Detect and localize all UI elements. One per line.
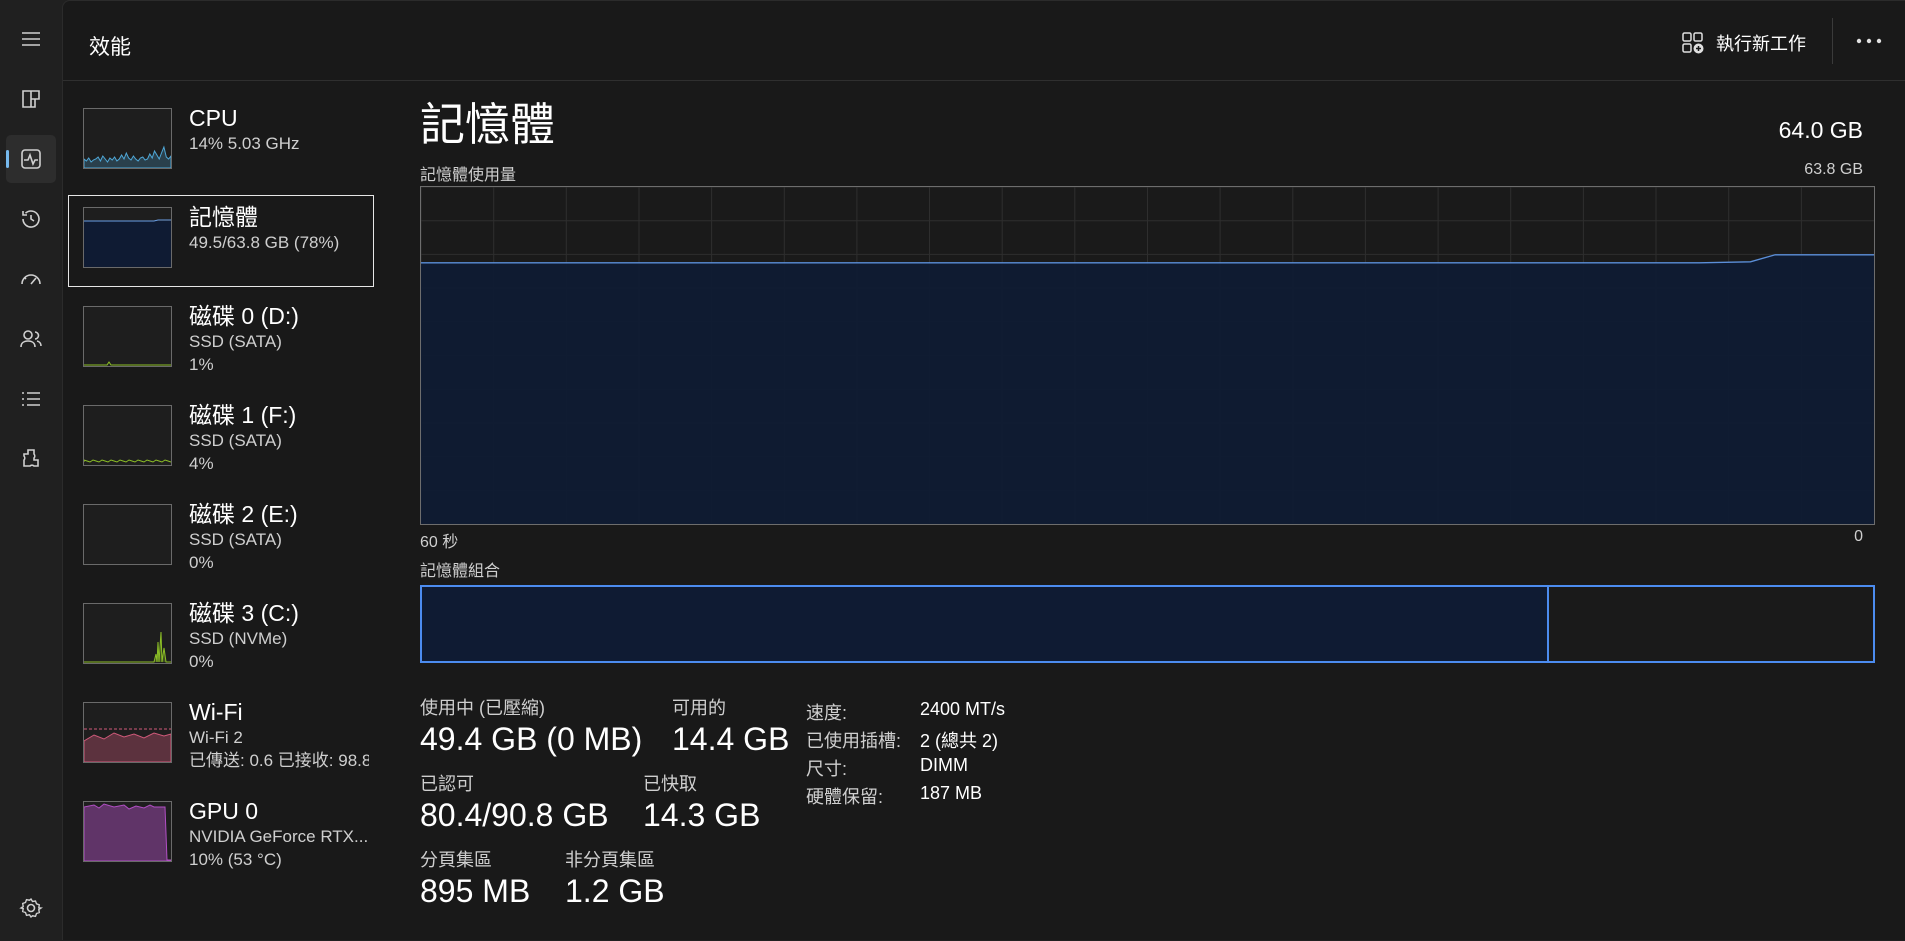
paged-pool-value: 895 MB xyxy=(420,873,531,909)
device-text: 磁碟 1 (F:) SSD (SATA) 4% xyxy=(189,401,369,475)
cached-label: 已快取 xyxy=(643,774,697,794)
active-indicator xyxy=(6,150,9,168)
in-use-label: 使用中 (已壓縮) xyxy=(420,698,545,718)
device-line1: SSD (SATA) xyxy=(189,332,282,351)
device-item-7[interactable]: GPU 0 NVIDIA GeForce RTX... 10% (53 °C) xyxy=(63,789,383,888)
device-line1: NVIDIA GeForce RTX... xyxy=(189,827,369,846)
device-thumbnail-graph xyxy=(83,801,172,862)
device-item-3[interactable]: 磁碟 1 (F:) SSD (SATA) 4% xyxy=(63,393,383,492)
main-panel: 效能 執行新工作 CPU 14% 5.03 GHz 記憶體 49.5/63.8 GB … xyxy=(62,0,1905,940)
device-thumbnail-graph xyxy=(83,207,172,268)
usage-label: 記憶體使用量 xyxy=(420,167,517,184)
memory-composition-bar xyxy=(420,585,1875,663)
device-line1: SSD (SATA) xyxy=(189,431,282,450)
processes-icon[interactable] xyxy=(6,75,56,123)
form-factor-value: DIMM xyxy=(920,755,968,775)
device-line2: 4% xyxy=(189,454,214,473)
speed-value: 2400 MT/s xyxy=(920,699,1006,719)
device-thumbnail-graph xyxy=(83,504,172,565)
device-line2: 0% xyxy=(189,652,214,671)
app-history-icon[interactable] xyxy=(6,195,56,243)
device-thumbnail-graph xyxy=(83,306,172,367)
device-text: 磁碟 3 (C:) SSD (NVMe) 0% xyxy=(189,599,369,673)
device-line1: Wi-Fi 2 xyxy=(189,728,243,747)
device-line2: 0% xyxy=(189,553,214,572)
device-text: 磁碟 2 (E:) SSD (SATA) 0% xyxy=(189,500,369,574)
stat-in-use: 使用中 (已壓縮) 49.4 GB (0 MB) xyxy=(420,697,642,759)
slots-label: 已使用插槽: xyxy=(806,731,902,751)
nonpaged-pool-label: 非分頁集區 xyxy=(565,850,655,870)
device-line1: SSD (SATA) xyxy=(189,530,282,549)
x-axis-left-label: 60 秒 xyxy=(420,534,459,551)
device-thumbnail-graph xyxy=(83,405,172,466)
memory-detail: 記憶體 64.0 GB 記憶體使用量 63.8 GB 60 秒 0 記憶體組合 … xyxy=(420,1,1875,941)
stat-paged-pool: 分頁集區 895 MB xyxy=(420,849,530,911)
device-item-6[interactable]: Wi-Fi Wi-Fi 2 已傳送: 0.6 已接收: 98.8 xyxy=(63,690,383,789)
in-use-value: 49.4 GB (0 MB) xyxy=(420,721,643,757)
hardware-reserved-label: 硬體保留: xyxy=(806,787,884,807)
form-factor-label: 尺寸: xyxy=(806,759,848,779)
hardware-reserved-value: 187 MB xyxy=(920,783,983,803)
available-value: 14.4 GB xyxy=(672,721,790,757)
device-text: 磁碟 0 (D:) SSD (SATA) 1% xyxy=(189,302,369,376)
services-icon[interactable] xyxy=(6,435,56,483)
composition-in-use xyxy=(422,587,1550,661)
device-item-0[interactable]: CPU 14% 5.03 GHz xyxy=(63,96,383,195)
device-text: Wi-Fi Wi-Fi 2 已傳送: 0.6 已接收: 98.8 xyxy=(189,698,369,772)
settings-icon[interactable] xyxy=(6,884,56,932)
startup-apps-icon[interactable] xyxy=(6,255,56,303)
device-text: GPU 0 NVIDIA GeForce RTX... 10% (53 °C) xyxy=(189,797,369,871)
slots-value: 2 (總共 2) xyxy=(920,731,999,751)
nav-rail xyxy=(0,0,62,940)
device-item-4[interactable]: 磁碟 2 (E:) SSD (SATA) 0% xyxy=(63,492,383,591)
nonpaged-pool-value: 1.2 GB xyxy=(565,873,665,909)
usage-max-label: 63.8 GB xyxy=(1804,161,1863,178)
device-item-5[interactable]: 磁碟 3 (C:) SSD (NVMe) 0% xyxy=(63,591,383,690)
paged-pool-label: 分頁集區 xyxy=(420,850,492,870)
memory-usage-area xyxy=(421,254,1874,524)
device-list: CPU 14% 5.03 GHz 記憶體 49.5/63.8 GB (78%) 磁碟 0… xyxy=(63,96,383,888)
hamburger-menu-icon[interactable] xyxy=(6,15,56,63)
committed-value: 80.4/90.8 GB xyxy=(420,797,609,833)
device-line2: 10% (53 °C) xyxy=(189,850,282,869)
cached-value: 14.3 GB xyxy=(643,797,761,833)
device-line2: 已傳送: 0.6 已接收: 98.8 xyxy=(189,751,369,770)
device-name: 磁碟 1 (F:) xyxy=(189,402,297,428)
device-name: 磁碟 0 (D:) xyxy=(189,303,299,329)
stat-cached: 已快取 14.3 GB xyxy=(643,773,760,835)
device-thumbnail-graph xyxy=(83,603,172,664)
device-line2: 1% xyxy=(189,355,214,374)
device-item-1[interactable]: 記憶體 49.5/63.8 GB (78%) xyxy=(63,195,383,294)
device-thumbnail-graph xyxy=(83,108,172,169)
speed-label: 速度: xyxy=(806,703,848,723)
available-label: 可用的 xyxy=(672,698,726,718)
device-line1: 14% 5.03 GHz xyxy=(189,134,300,153)
composition-available xyxy=(1549,587,1873,661)
performance-icon[interactable] xyxy=(6,135,56,183)
composition-label: 記憶體組合 xyxy=(420,563,501,580)
device-text: 記憶體 49.5/63.8 GB (78%) xyxy=(189,203,369,254)
device-name: GPU 0 xyxy=(189,798,259,824)
memory-total: 64.0 GB xyxy=(1778,117,1863,143)
memory-usage-chart xyxy=(420,186,1875,525)
device-name: 磁碟 3 (C:) xyxy=(189,600,299,626)
device-name: CPU xyxy=(189,105,238,131)
device-name: 磁碟 2 (E:) xyxy=(189,501,298,527)
device-text: CPU 14% 5.03 GHz xyxy=(189,104,369,155)
device-name: Wi-Fi xyxy=(189,699,243,725)
device-thumbnail-graph xyxy=(83,702,172,763)
stat-nonpaged-pool: 非分頁集區 1.2 GB xyxy=(565,849,665,911)
device-item-2[interactable]: 磁碟 0 (D:) SSD (SATA) 1% xyxy=(63,294,383,393)
x-axis-right-label: 0 xyxy=(1854,528,1863,545)
users-icon[interactable] xyxy=(6,315,56,363)
details-icon[interactable] xyxy=(6,375,56,423)
device-name: 記憶體 xyxy=(189,204,258,230)
device-line1: 49.5/63.8 GB (78%) xyxy=(189,233,340,252)
committed-label: 已認可 xyxy=(420,774,474,794)
page-title: 效能 xyxy=(89,36,131,59)
memory-title: 記憶體 xyxy=(420,99,556,150)
device-line1: SSD (NVMe) xyxy=(189,629,288,648)
stat-available: 可用的 14.4 GB xyxy=(672,697,789,759)
stat-committed: 已認可 80.4/90.8 GB xyxy=(420,773,609,835)
